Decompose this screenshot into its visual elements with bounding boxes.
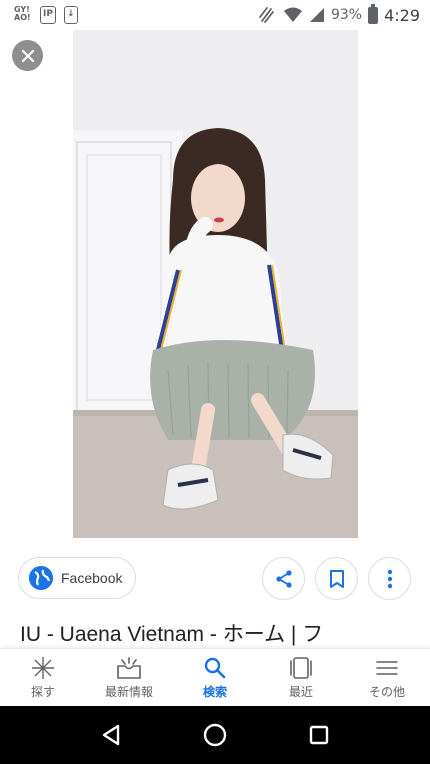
nav-label: 探す [30, 684, 55, 699]
bottom-nav: 探す 最新情報 検索 最近 その他 [0, 648, 430, 706]
image-viewer [0, 30, 430, 538]
nav-discover[interactable]: 探す [0, 649, 86, 706]
more-vert-icon [387, 569, 392, 588]
globe-icon [29, 566, 53, 590]
photo-illustration [73, 30, 358, 538]
discover-icon [32, 656, 54, 679]
share-icon [275, 569, 292, 588]
nav-updates[interactable]: 最新情報 [86, 649, 172, 706]
status-bar: GY! AO! IP ↓ 93% 4:29 [0, 0, 430, 30]
close-icon [21, 49, 34, 62]
nav-more[interactable]: その他 [344, 649, 430, 706]
source-chip[interactable]: Facebook [18, 557, 136, 599]
battery-icon [368, 3, 379, 24]
gyao-icon: GY! AO! [14, 5, 31, 22]
share-button[interactable] [262, 557, 305, 600]
source-label: Facebook [61, 570, 123, 586]
close-button[interactable] [12, 40, 43, 71]
battery-percent: 93% [330, 7, 363, 23]
nav-recent[interactable]: 最近 [258, 649, 344, 706]
nav-label: 検索 [202, 684, 227, 699]
bookmark-button[interactable] [315, 557, 358, 600]
status-left-icons: GY! AO! IP ↓ [12, 6, 78, 24]
more-button[interactable] [368, 557, 411, 600]
nfc-icon [259, 7, 274, 23]
status-right-icons: 93% 4:29 [257, 3, 420, 25]
result-title[interactable]: IU - Uaena Vietnam - ホーム | フ [20, 618, 430, 648]
ip-icon: IP [40, 6, 56, 24]
signal-icon [309, 8, 324, 22]
home-icon[interactable] [202, 722, 228, 748]
recent-icon [290, 656, 312, 679]
nav-label: 最新情報 [104, 684, 153, 699]
back-icon[interactable] [100, 723, 122, 747]
updates-icon [117, 656, 141, 679]
bookmark-icon [329, 569, 344, 588]
status-time: 4:29 [384, 5, 420, 25]
search-icon [204, 657, 226, 678]
nav-label: 最近 [288, 684, 313, 699]
result-photo[interactable] [73, 30, 358, 538]
menu-icon [376, 660, 398, 675]
wifi-icon [283, 7, 302, 22]
system-nav-bar [0, 706, 430, 764]
recents-icon[interactable] [308, 724, 330, 746]
nav-label: その他 [368, 684, 405, 699]
download-icon: ↓ [63, 6, 78, 24]
nav-search[interactable]: 検索 [172, 649, 258, 706]
